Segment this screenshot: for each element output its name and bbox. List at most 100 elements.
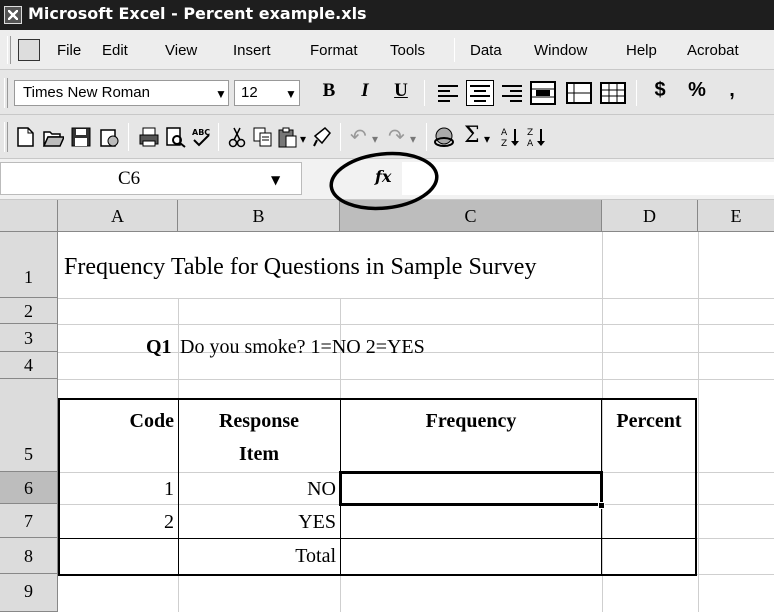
toolbar-separator <box>636 80 637 106</box>
gridline <box>58 324 774 325</box>
align-right-icon[interactable] <box>500 82 524 104</box>
menu-view[interactable]: View <box>165 42 197 59</box>
column-header-c[interactable]: C <box>340 200 602 232</box>
menu-data[interactable]: Data <box>470 42 502 59</box>
bold-button[interactable]: B <box>318 80 340 102</box>
insert-function-icon[interactable]: fx <box>375 167 391 186</box>
chevron-down-icon[interactable]: ▾ <box>372 132 378 146</box>
row-header-3[interactable]: 3 <box>0 324 58 352</box>
formula-bar: C6 ▼ fx <box>0 159 774 200</box>
sheet-title-cell[interactable]: Frequency Table for Questions in Sample … <box>64 254 536 281</box>
menu-insert[interactable]: Insert <box>233 42 271 59</box>
print-preview-icon[interactable] <box>164 126 186 148</box>
undo-icon[interactable]: ↶ <box>350 124 367 148</box>
new-document-icon[interactable] <box>14 126 36 148</box>
column-header-d[interactable]: D <box>602 200 698 232</box>
row-header-1[interactable]: 1 <box>0 232 58 298</box>
row-header-8[interactable]: 8 <box>0 538 58 574</box>
menu-edit[interactable]: Edit <box>102 42 128 59</box>
column-header-b[interactable]: B <box>178 200 340 232</box>
spelling-icon[interactable]: ABC <box>190 126 212 148</box>
column-header-e[interactable]: E <box>698 200 774 232</box>
chevron-down-icon[interactable]: ▼ <box>215 87 227 101</box>
toolbar-grip <box>4 122 8 152</box>
cut-icon[interactable] <box>226 126 248 148</box>
menu-file[interactable]: File <box>57 42 81 59</box>
name-box[interactable]: C6 ▼ <box>0 162 302 195</box>
align-center-icon[interactable] <box>466 80 494 106</box>
borders-icon[interactable] <box>566 81 592 105</box>
chevron-down-icon[interactable]: ▼ <box>271 173 280 187</box>
chevron-down-icon[interactable]: ▾ <box>484 132 490 146</box>
redo-icon[interactable]: ↷ <box>388 124 405 148</box>
format-painter-icon[interactable] <box>312 126 334 148</box>
row-header-4[interactable]: 4 <box>0 352 58 379</box>
window-title: Microsoft Excel - Percent example.xls <box>28 4 367 23</box>
workbook-icon[interactable] <box>18 39 40 61</box>
chevron-down-icon[interactable]: ▾ <box>410 132 416 146</box>
autosum-icon[interactable]: Σ <box>464 123 480 148</box>
percent-button[interactable]: % <box>684 79 710 102</box>
header-code-cell[interactable]: Code <box>58 410 174 433</box>
menu-format[interactable]: Format <box>310 42 358 59</box>
row-header-2[interactable]: 2 <box>0 298 58 324</box>
menu-window[interactable]: Window <box>534 42 587 59</box>
menu-tools[interactable]: Tools <box>390 42 425 59</box>
menu-acrobat[interactable]: Acrobat <box>687 42 739 59</box>
gridline <box>58 379 774 380</box>
header-percent-cell[interactable]: Percent <box>602 410 696 433</box>
permission-icon[interactable] <box>98 126 120 148</box>
paste-icon[interactable] <box>276 126 298 148</box>
font-size-box[interactable]: 12 ▼ <box>234 80 300 106</box>
hyperlink-icon[interactable] <box>434 126 456 148</box>
standard-toolbar: ABC ▾ ↶ ▾ ↷ ▾ Σ ▾ AZ ZA <box>0 115 774 159</box>
toolbar-separator <box>128 123 129 151</box>
row-header-7[interactable]: 7 <box>0 504 58 538</box>
row7-item-cell[interactable]: YES <box>178 511 336 534</box>
title-bar: Microsoft Excel - Percent example.xls <box>0 0 774 30</box>
merge-center-icon[interactable] <box>530 81 556 105</box>
fill-handle[interactable] <box>598 502 605 509</box>
chevron-down-icon[interactable]: ▼ <box>285 87 297 101</box>
header-response-cell-line2: Item <box>239 443 279 465</box>
copy-icon[interactable] <box>252 126 274 148</box>
menu-help[interactable]: Help <box>626 42 657 59</box>
row-header-9[interactable]: 9 <box>0 574 58 612</box>
toolbar-separator <box>426 123 427 151</box>
header-response-cell[interactable]: Response <box>178 410 340 433</box>
toolbar-separator <box>424 80 425 106</box>
chevron-down-icon[interactable]: ▾ <box>300 132 306 146</box>
sort-descending-icon[interactable]: ZA <box>526 126 548 148</box>
formula-input[interactable] <box>402 162 774 195</box>
comma-button[interactable]: , <box>724 79 740 102</box>
italic-button[interactable]: I <box>354 80 376 102</box>
row-header-6[interactable]: 6 <box>0 472 58 504</box>
row-header-5[interactable]: 5 <box>0 379 58 472</box>
svg-text:A: A <box>527 139 534 148</box>
svg-text:Z: Z <box>527 128 533 138</box>
excel-app-icon[interactable] <box>4 6 22 24</box>
column-header-a[interactable]: A <box>58 200 178 232</box>
row6-code-cell[interactable]: 1 <box>58 478 174 501</box>
underline-button[interactable]: U <box>390 80 412 102</box>
question-text-cell[interactable]: Do you smoke? 1=NO 2=YES <box>180 336 425 359</box>
toolbar-separator <box>218 123 219 151</box>
gridline <box>698 232 699 612</box>
font-name-box[interactable]: Times New Roman ▼ <box>14 80 229 106</box>
header-frequency-cell[interactable]: Frequency <box>340 410 602 433</box>
row7-code-cell[interactable]: 2 <box>58 511 174 534</box>
active-cell-c6[interactable] <box>339 471 603 506</box>
menu-grip <box>7 36 11 64</box>
row6-item-cell[interactable]: NO <box>178 478 336 501</box>
currency-button[interactable]: $ <box>648 79 672 102</box>
save-icon[interactable] <box>70 126 92 148</box>
open-folder-icon[interactable] <box>42 126 64 148</box>
svg-text:A: A <box>501 128 508 138</box>
select-all-corner[interactable] <box>0 200 58 232</box>
table-icon[interactable] <box>600 81 626 105</box>
question-label-cell[interactable]: Q1 <box>146 336 172 359</box>
align-left-icon[interactable] <box>436 82 460 104</box>
sort-ascending-icon[interactable]: AZ <box>500 126 522 148</box>
row8-total-cell[interactable]: Total <box>178 545 336 568</box>
print-icon[interactable] <box>138 126 160 148</box>
